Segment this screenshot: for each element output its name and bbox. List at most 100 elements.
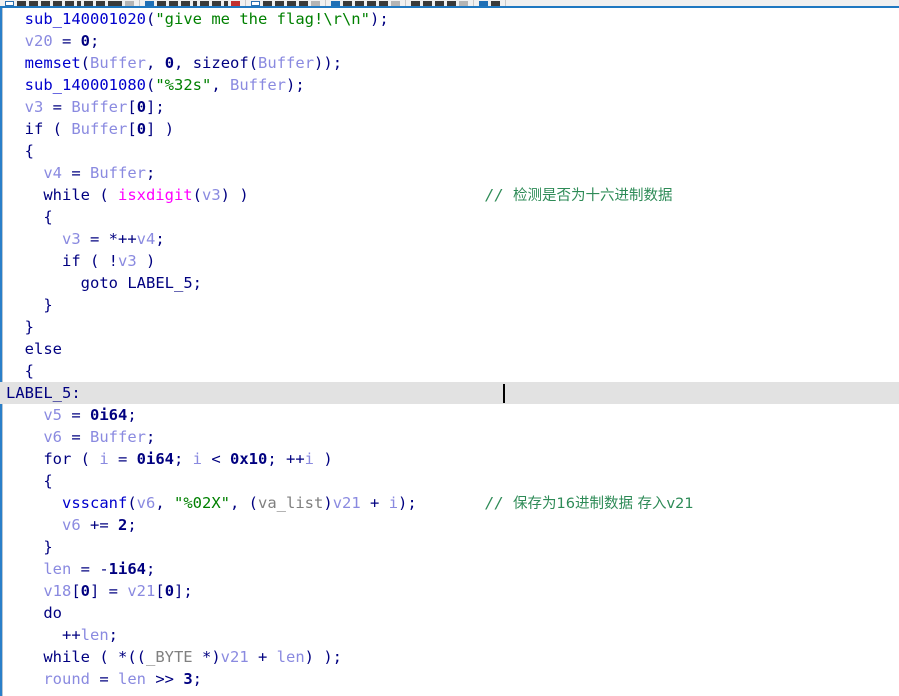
code-line[interactable]: {	[6, 140, 899, 162]
grey-icon[interactable]	[125, 1, 134, 6]
token-kw: ;	[108, 626, 119, 644]
bar-icon[interactable]	[200, 1, 209, 6]
token-var: Buffer	[258, 54, 315, 72]
code-line[interactable]: while ( *((_BYTE *)v21 + len) );	[6, 646, 899, 668]
bar-icon[interactable]	[157, 1, 166, 6]
bar-icon[interactable]	[423, 1, 432, 6]
code-line[interactable]: if ( Buffer[0] )	[6, 118, 899, 140]
code-line[interactable]: while ( isxdigit(v3) ) // 检测是否为十六进制数据	[6, 184, 899, 206]
bar-icon[interactable]	[41, 1, 50, 6]
bar-icon[interactable]	[84, 1, 93, 6]
thin-icon[interactable]	[224, 1, 228, 6]
bar-icon[interactable]	[263, 1, 272, 6]
debug-group[interactable]	[326, 0, 406, 6]
token-kw: ;	[127, 406, 137, 424]
bar-icon[interactable]	[435, 1, 444, 6]
code-line-current[interactable]: LABEL_5:	[0, 382, 899, 404]
pseudocode-pane[interactable]: sub_140001020("give me the flag!\r\n"); …	[0, 8, 899, 696]
token-var: v21	[220, 648, 249, 666]
code-line[interactable]: sub_140001020("give me the flag!\r\n");	[6, 8, 899, 30]
code-line[interactable]: do	[6, 602, 899, 624]
thin-icon[interactable]	[77, 1, 81, 6]
code-line[interactable]: v4 = Buffer;	[6, 162, 899, 184]
blue-icon[interactable]	[331, 1, 340, 6]
token-kw: }	[43, 296, 53, 314]
grey-icon[interactable]	[311, 1, 320, 6]
line-gutter	[0, 8, 3, 696]
blue-icon[interactable]	[145, 1, 154, 6]
token-kw: ++	[62, 626, 81, 644]
code-comment[interactable]: // 保存为16进制数据 存入v21	[485, 492, 694, 515]
bar-icon[interactable]	[53, 1, 62, 6]
code-line[interactable]: else	[6, 338, 899, 360]
bar-icon[interactable]	[367, 1, 376, 6]
bar-icon[interactable]	[343, 1, 352, 6]
token-type: va_list	[258, 494, 324, 512]
code-line[interactable]: v6 += 2;	[6, 514, 899, 536]
file-group[interactable]	[0, 0, 140, 6]
code-line[interactable]: ++len;	[6, 624, 899, 646]
box-icon[interactable]	[5, 1, 14, 6]
bar-icon[interactable]	[169, 1, 178, 6]
bar-icon[interactable]	[212, 1, 221, 6]
code-line[interactable]: v3 = *++v4;	[6, 228, 899, 250]
token-kw: )	[314, 450, 333, 468]
token-var: v6	[43, 428, 62, 446]
code-line[interactable]: {	[6, 360, 899, 382]
red-icon[interactable]	[231, 1, 240, 6]
code-comment[interactable]: // 检测是否为十六进制数据	[485, 184, 673, 207]
code-line[interactable]: {	[6, 206, 899, 228]
blue-icon[interactable]	[479, 1, 488, 6]
bar-icon[interactable]	[29, 1, 38, 6]
bar-icon[interactable]	[491, 1, 500, 6]
code-line[interactable]: v5 = 0i64;	[6, 404, 899, 426]
thin-icon[interactable]	[193, 1, 197, 6]
code-line[interactable]: v18[0] = v21[0];	[6, 580, 899, 602]
grey-icon[interactable]	[459, 1, 468, 6]
code-line[interactable]: round = len >> 3;	[6, 668, 899, 690]
bar-icon[interactable]	[181, 1, 190, 6]
code-line[interactable]: v6 = Buffer;	[6, 426, 899, 448]
bar-icon[interactable]	[355, 1, 364, 6]
code-line[interactable]: sub_140001080("%32s", Buffer);	[6, 74, 899, 96]
code-line[interactable]: }	[6, 294, 899, 316]
token-kw: ) );	[304, 648, 342, 666]
code-line[interactable]: }	[6, 536, 899, 558]
search-group[interactable]	[406, 0, 474, 6]
wide-icon[interactable]	[108, 1, 122, 6]
code-line[interactable]: v3 = Buffer[0];	[6, 96, 899, 118]
token-var: v3	[24, 98, 44, 116]
code-line[interactable]: memset(Buffer, 0, sizeof(Buffer));	[6, 52, 899, 74]
code-line[interactable]: len = -1i64;	[6, 558, 899, 580]
code-line[interactable]: }	[6, 316, 899, 338]
code-line[interactable]: goto LABEL_5;	[6, 272, 899, 294]
bar-icon[interactable]	[447, 1, 456, 6]
token-kw: [	[127, 98, 137, 116]
bar-icon[interactable]	[379, 1, 388, 6]
box-icon[interactable]	[251, 1, 260, 6]
bar-icon[interactable]	[299, 1, 308, 6]
code-line[interactable]: {	[6, 470, 899, 492]
window-group[interactable]	[246, 0, 326, 6]
bar-icon[interactable]	[287, 1, 296, 6]
bar-icon[interactable]	[65, 1, 74, 6]
bar-icon[interactable]	[96, 1, 105, 6]
code-line[interactable]: v20 = 0;	[6, 30, 899, 52]
bar-icon[interactable]	[275, 1, 284, 6]
code-line[interactable]: vsscanf(v6, "%02X", (va_list)v21 + i); //…	[6, 492, 899, 514]
code-area[interactable]: sub_140001020("give me the flag!\r\n"); …	[0, 8, 899, 696]
extra-group[interactable]	[474, 0, 506, 6]
bar-icon[interactable]	[411, 1, 420, 6]
token-var: Buffer	[90, 428, 146, 446]
code-line[interactable]: for ( i = 0i64; i < 0x10; ++i )	[6, 448, 899, 470]
grey-icon[interactable]	[391, 1, 400, 6]
code-line[interactable]: if ( !v3 )	[6, 250, 899, 272]
nav-group[interactable]	[140, 0, 246, 6]
comment-text: 检测是否为十六进制数据	[513, 188, 673, 204]
bar-icon[interactable]	[17, 1, 26, 6]
toolbar[interactable]	[0, 0, 899, 8]
